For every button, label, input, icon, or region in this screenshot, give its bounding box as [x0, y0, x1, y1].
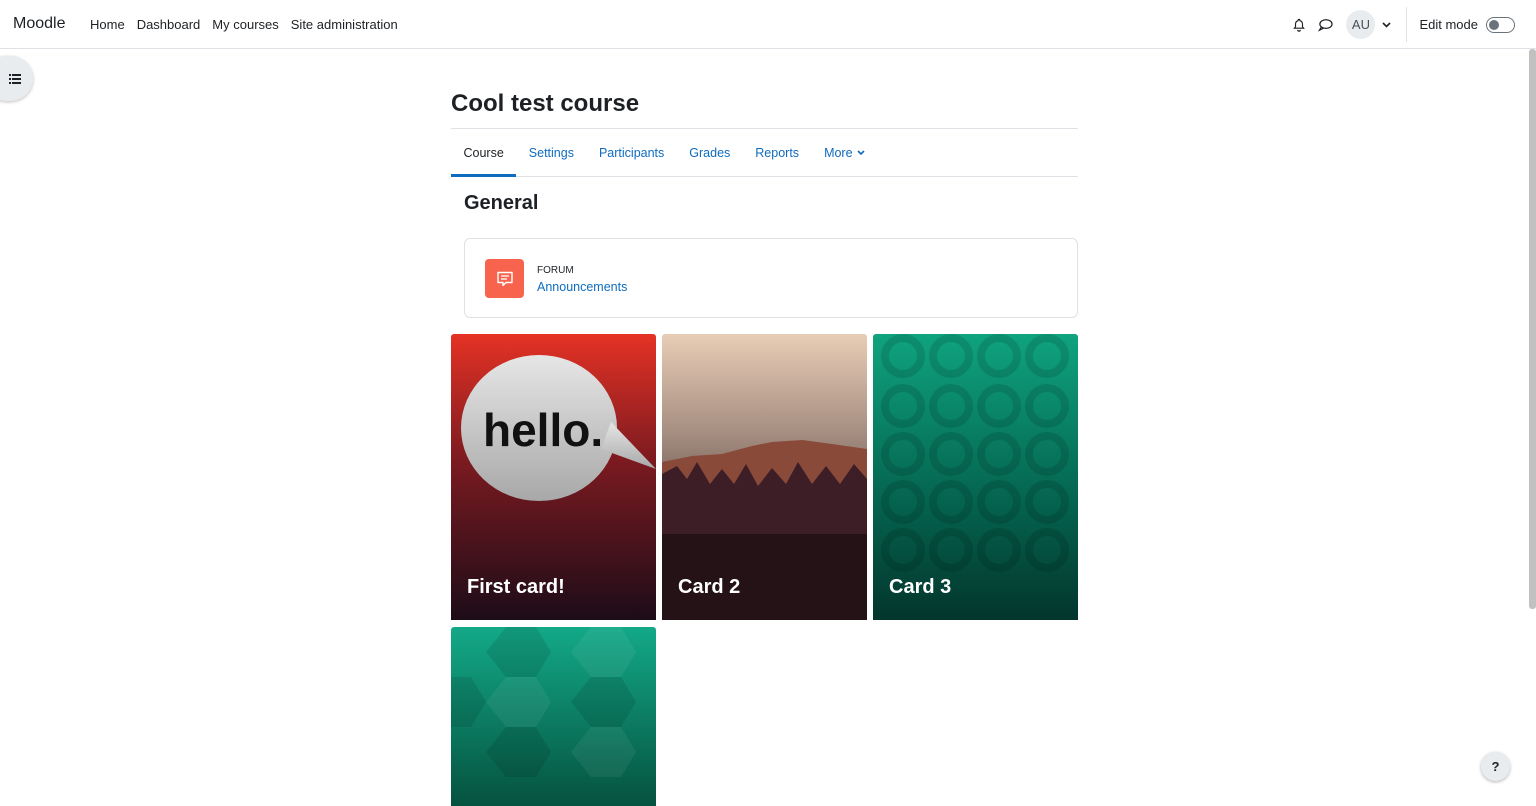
- navbar-divider: [1406, 7, 1408, 42]
- tab-more[interactable]: More: [812, 129, 877, 176]
- top-navbar: Moodle Home Dashboard My courses Site ad…: [0, 0, 1536, 49]
- activity-item: Forum Announcements: [464, 238, 1078, 318]
- tab-more-label: More: [824, 145, 853, 160]
- course-card-1[interactable]: hello. First card!: [451, 334, 656, 620]
- nav-my-courses[interactable]: My courses: [206, 0, 284, 49]
- page-scrollbar[interactable]: [1529, 49, 1536, 609]
- card-title: Card 2: [678, 576, 741, 598]
- nav-site-administration[interactable]: Site administration: [285, 0, 404, 49]
- primary-navigation: Home Dashboard My courses Site administr…: [84, 0, 404, 49]
- forum-icon: [485, 259, 524, 298]
- notifications-button[interactable]: [1286, 12, 1312, 38]
- tab-grades[interactable]: Grades: [677, 129, 743, 176]
- nav-dashboard[interactable]: Dashboard: [131, 0, 207, 49]
- activity-type-label: Forum: [537, 265, 574, 276]
- page-title: Cool test course: [451, 90, 640, 117]
- user-avatar[interactable]: AU: [1346, 10, 1376, 39]
- course-card-2[interactable]: Card 2: [662, 334, 867, 620]
- site-brand[interactable]: Moodle: [13, 15, 65, 33]
- card-image-text: hello.: [483, 404, 603, 456]
- messages-button[interactable]: [1312, 12, 1338, 38]
- course-secondary-navigation: Course Settings Participants Grades Repo…: [451, 129, 1078, 177]
- help-button[interactable]: ?: [1481, 752, 1510, 781]
- navbar-right: AU Edit mode: [1286, 0, 1536, 49]
- nav-home[interactable]: Home: [84, 0, 131, 49]
- section-title: General: [464, 192, 539, 214]
- card-title: Card 3: [889, 576, 952, 598]
- tab-participants[interactable]: Participants: [586, 129, 676, 176]
- chat-bubble-icon: [1317, 18, 1333, 32]
- edit-mode-toggle[interactable]: [1486, 16, 1515, 33]
- course-card-3[interactable]: Card 3: [873, 334, 1078, 620]
- edit-mode-label: Edit mode: [1419, 17, 1478, 32]
- tab-settings[interactable]: Settings: [516, 129, 586, 176]
- user-menu-toggle[interactable]: [1378, 17, 1394, 33]
- chevron-down-icon: [856, 150, 865, 155]
- tab-reports[interactable]: Reports: [743, 129, 812, 176]
- course-index-drawer-button[interactable]: [0, 56, 33, 101]
- card-title: First card!: [467, 576, 565, 598]
- list-icon: [9, 73, 21, 84]
- chevron-down-icon: [1382, 21, 1391, 28]
- activity-link-announcements[interactable]: Announcements: [537, 280, 627, 294]
- tab-course[interactable]: Course: [451, 129, 517, 177]
- bell-icon: [1293, 18, 1306, 32]
- course-card-4[interactable]: [451, 627, 656, 806]
- card-image-hexagons: [451, 627, 656, 806]
